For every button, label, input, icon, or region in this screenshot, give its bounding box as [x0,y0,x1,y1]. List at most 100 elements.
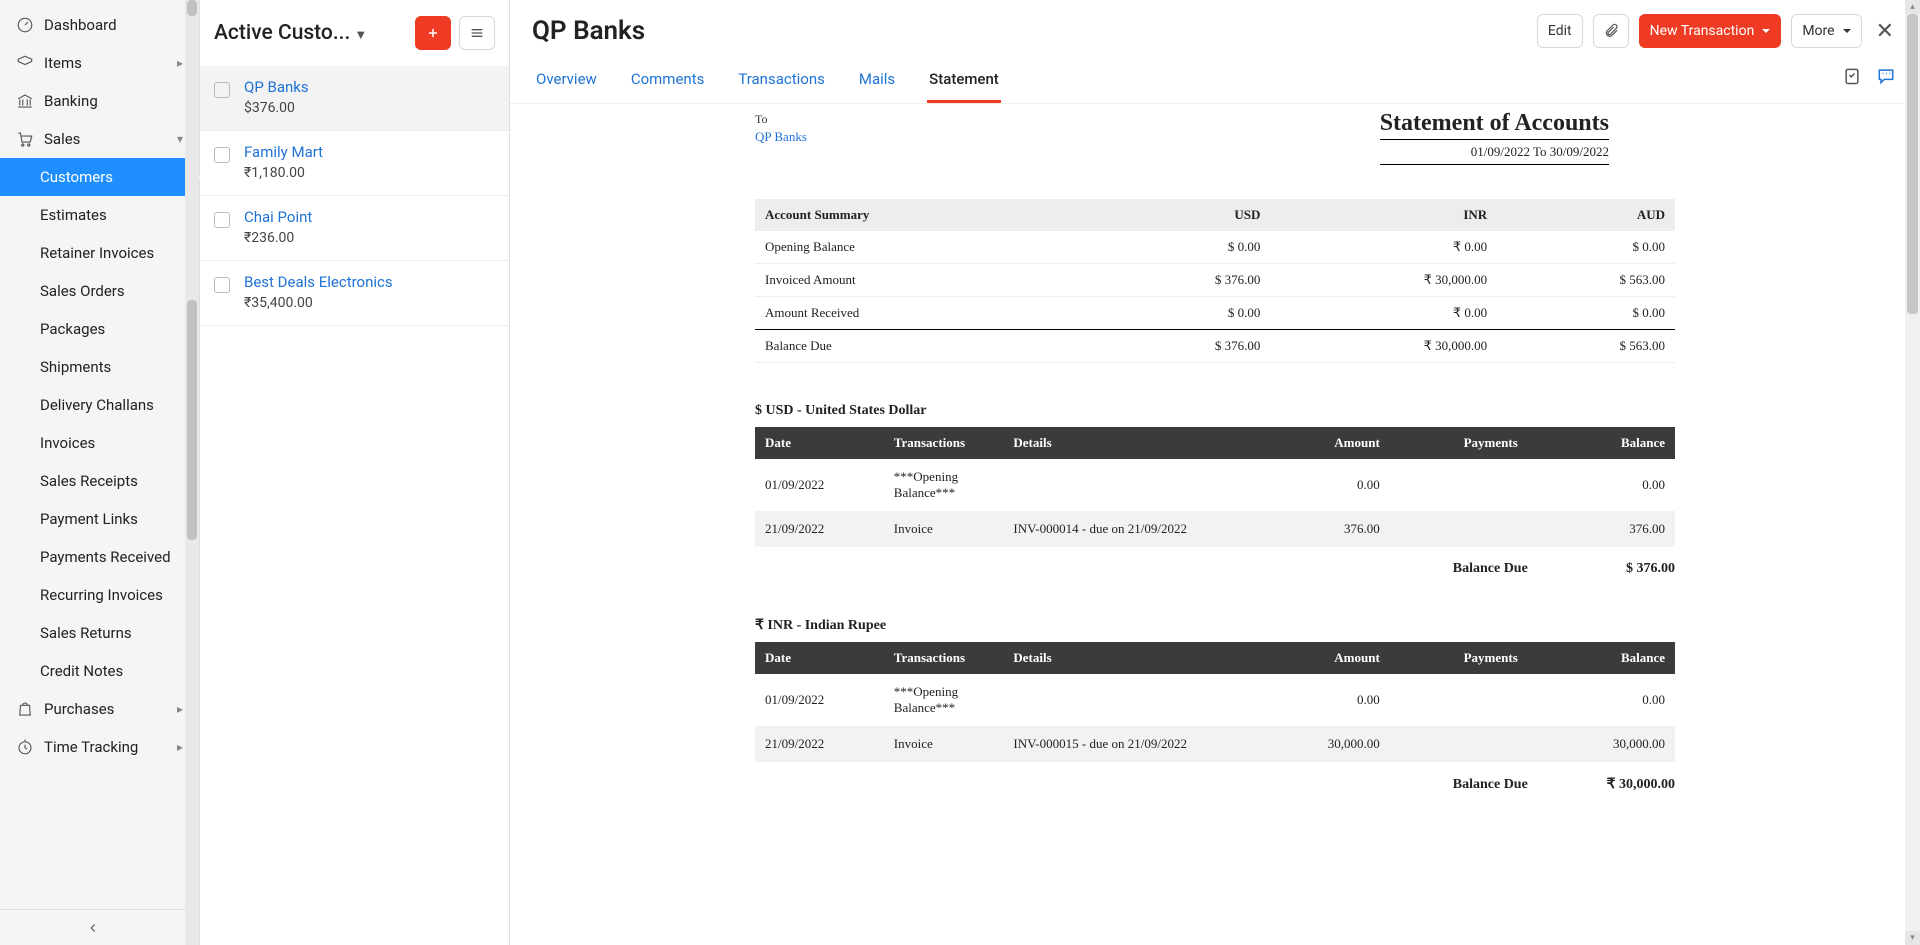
cart-icon [16,130,34,148]
col-amount: Amount [1252,642,1390,674]
more-button[interactable]: More [1791,14,1861,48]
cell: Invoiced Amount [755,264,1093,297]
col-balance: Balance [1528,642,1675,674]
label: Packages [40,320,105,338]
col-payments: Payments [1390,642,1528,674]
transactions-table: DateTransactionsDetailsAmountPaymentsBal… [755,642,1675,762]
label: Sales [44,130,80,148]
label: Delivery Challans [40,396,154,414]
sidebar-item-recurring-invoices[interactable]: Recurring Invoices [0,576,199,614]
close-icon[interactable]: ✕ [1872,15,1898,48]
cell: Opening Balance [755,231,1093,264]
chevron-down-icon: ▾ [177,132,183,146]
col-details: Details [1003,642,1251,674]
col-inr: INR [1270,199,1497,231]
statement-document[interactable]: To QP Banks Statement of Accounts 01/09/… [510,104,1920,945]
customer-name: Chai Point [244,208,312,226]
checkbox[interactable] [214,82,230,98]
sidebar-item-invoices[interactable]: Invoices [0,424,199,462]
chat-icon[interactable] [1876,66,1896,90]
checkbox[interactable] [214,277,230,293]
detail-scrollbar[interactable]: ▴ ▾ [1905,0,1920,945]
label: Credit Notes [40,662,123,680]
sidebar-item-customers[interactable]: Customers+ [0,158,199,196]
label: Recurring Invoices [40,586,163,604]
label: Estimates [40,206,107,224]
sidebar-item-sales-orders[interactable]: Sales Orders [0,272,199,310]
label: Customers [40,168,113,186]
sidebar-item-purchases[interactable]: Purchases ▸ [0,690,199,728]
customer-amount: $376.00 [244,100,309,116]
sidebar-scrollbar[interactable] [185,0,199,945]
sidebar-item-dashboard[interactable]: Dashboard [0,6,199,44]
label: Payment Links [40,510,138,528]
cell: $ 563.00 [1497,330,1675,363]
cell: $ 0.00 [1497,297,1675,330]
edit-button[interactable]: Edit [1537,14,1583,48]
col-aud: AUD [1497,199,1675,231]
label: Time Tracking [44,738,138,756]
cell: Balance Due [755,330,1093,363]
tab-statement[interactable]: Statement [927,60,1001,103]
tab-comments[interactable]: Comments [629,60,707,103]
customer-title: QP Banks [532,16,1527,46]
customer-row[interactable]: QP Banks$376.00 [200,66,509,131]
cell: $ 376.00 [1093,264,1271,297]
tab-transactions[interactable]: Transactions [736,60,827,103]
tab-mails[interactable]: Mails [857,60,897,103]
cell: ₹ 0.00 [1270,297,1497,330]
task-icon[interactable] [1842,66,1862,90]
list-menu-button[interactable] [459,16,495,50]
sidebar-item-banking[interactable]: Banking [0,82,199,120]
sidebar-item-sales-returns[interactable]: Sales Returns [0,614,199,652]
col-label: Account Summary [755,199,1093,231]
add-customer-button[interactable] [415,16,451,50]
section-title: $ USD - United States Dollar [755,403,1675,419]
sidebar-item-delivery-challans[interactable]: Delivery Challans [0,386,199,424]
statement-heading: Statement of Accounts [1380,110,1609,140]
account-summary-table: Account Summary USD INR AUD Opening Bala… [755,199,1675,363]
checkbox[interactable] [214,212,230,228]
col-usd: USD [1093,199,1271,231]
checkbox[interactable] [214,147,230,163]
customer-row[interactable]: Chai Point₹236.00 [200,196,509,261]
sidebar-item-sales[interactable]: Sales ▾ [0,120,199,158]
bag-icon [16,700,34,718]
global-sidebar: Dashboard Items ▸ Banking Sales ▾ Custom… [0,0,200,945]
balance-due-label: Balance Due [1399,762,1528,793]
sidebar-item-sales-receipts[interactable]: Sales Receipts [0,462,199,500]
tab-overview[interactable]: Overview [534,60,599,103]
sidebar-item-estimates[interactable]: Estimates [0,196,199,234]
cell: ₹ 30,000.00 [1270,264,1497,297]
customer-list-panel: Active Custo...▼ QP Banks$376.00Family M… [200,0,510,945]
sidebar-item-items[interactable]: Items ▸ [0,44,199,82]
col-details: Details [1003,427,1251,459]
col-payments: Payments [1390,427,1528,459]
section-title: ₹ INR - Indian Rupee [755,617,1675,634]
label: Shipments [40,358,111,376]
sidebar-item-payments-received[interactable]: Payments Received [0,538,199,576]
sidebar-item-packages[interactable]: Packages [0,310,199,348]
transactions-table: DateTransactionsDetailsAmountPaymentsBal… [755,427,1675,547]
new-transaction-button[interactable]: New Transaction [1639,14,1782,48]
sidebar-item-retainer-invoices[interactable]: Retainer Invoices [0,234,199,272]
label: Invoices [40,434,95,452]
sidebar-item-time-tracking[interactable]: Time Tracking ▸ [0,728,199,766]
label: Sales Receipts [40,472,138,490]
customer-amount: ₹35,400.00 [244,295,393,311]
list-filter-dropdown[interactable]: Active Custo...▼ [214,21,407,45]
attachment-button[interactable] [1593,14,1629,48]
balance-due-value: $ 376.00 [1528,547,1675,577]
sidebar-item-shipments[interactable]: Shipments [0,348,199,386]
sidebar-item-credit-notes[interactable]: Credit Notes [0,652,199,690]
col-date: Date [755,642,884,674]
cell: $ 0.00 [1093,231,1271,264]
bank-icon [16,92,34,110]
customer-row[interactable]: Family Mart₹1,180.00 [200,131,509,196]
sidebar-item-payment-links[interactable]: Payment Links [0,500,199,538]
cell: $ 0.00 [1093,297,1271,330]
customer-row[interactable]: Best Deals Electronics₹35,400.00 [200,261,509,326]
sidebar-collapse-button[interactable] [0,909,185,945]
cell: ₹ 30,000.00 [1270,330,1497,363]
customer-name: Family Mart [244,143,323,161]
